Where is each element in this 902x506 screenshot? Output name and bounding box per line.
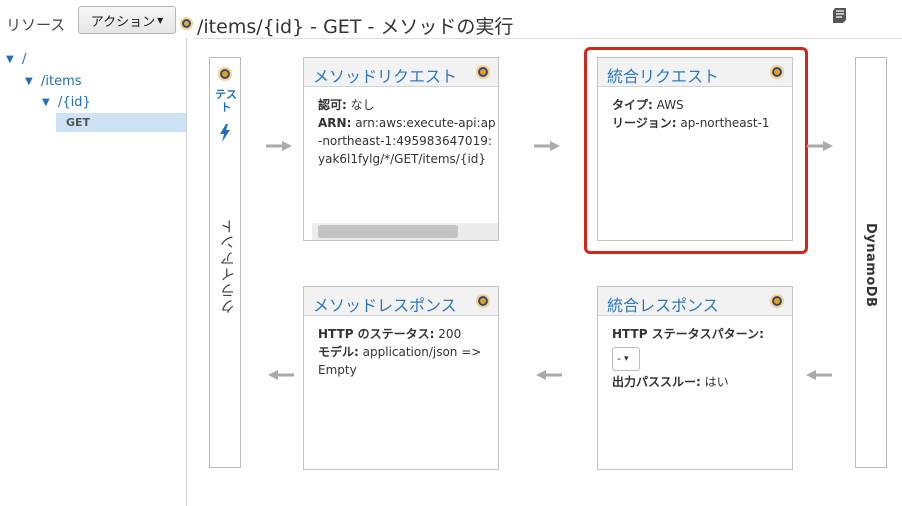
tree-node-label[interactable]: /{id}	[58, 95, 91, 110]
tree-node-label[interactable]: /items	[41, 74, 82, 89]
auth-label: 認可:	[318, 98, 347, 112]
test-link[interactable]: テスト	[212, 88, 240, 114]
status-dot-icon	[180, 17, 193, 30]
status-dot-icon	[770, 294, 784, 308]
model-label: モデル:	[318, 345, 359, 359]
pattern-label: HTTP ステータスパターン:	[612, 327, 764, 341]
client-label: クライアント	[219, 218, 237, 314]
triangle-down-icon[interactable]: ▼	[6, 54, 22, 65]
tree-node-items[interactable]: ▼ /items	[25, 72, 82, 90]
arrow-right-icon	[807, 141, 833, 151]
client-column: テスト クライアント	[209, 57, 241, 468]
lightning-icon[interactable]	[219, 124, 231, 142]
tree-node-id[interactable]: ▼ /{id}	[42, 93, 91, 111]
resources-title: リソース	[6, 16, 66, 34]
passthrough-label: 出力パススルー:	[612, 375, 701, 389]
panel-header: メソッドレスポンス	[304, 287, 498, 316]
header-divider	[194, 38, 902, 39]
arrow-right-icon	[534, 141, 560, 151]
triangle-down-icon[interactable]: ▼	[25, 76, 41, 87]
integration-response-panel: 統合レスポンス HTTP ステータスパターン: - ▾ 出力パススルー: はい	[597, 286, 793, 470]
status-dot-icon	[476, 294, 490, 308]
integration-response-title[interactable]: 統合レスポンス	[607, 292, 719, 316]
panel-divider[interactable]	[186, 38, 187, 506]
scrollbar-thumb[interactable]	[318, 225, 458, 238]
status-dot-icon	[218, 67, 232, 81]
method-request-title[interactable]: メソッドリクエスト	[313, 63, 457, 87]
tree-method-get[interactable]: GET	[66, 116, 90, 129]
tree-node-label[interactable]: /	[22, 52, 26, 67]
horizontal-scrollbar[interactable]	[312, 223, 498, 240]
actions-button[interactable]: アクション ▼	[78, 6, 176, 34]
status-value: 200	[438, 327, 462, 341]
arrow-left-icon	[806, 370, 832, 380]
doc-icon[interactable]	[831, 7, 847, 24]
status-label: HTTP のステータス:	[318, 327, 435, 341]
page-title: /items/{id} - GET - メソッドの実行	[197, 16, 514, 38]
status-pattern-select[interactable]: - ▾	[612, 347, 640, 371]
backend-label: DynamoDB	[863, 223, 878, 308]
resource-panel-header: リソース アクション ▼	[0, 6, 186, 36]
panel-body: HTTP ステータスパターン: - ▾ 出力パススルー: はい	[612, 325, 786, 391]
highlight-box	[584, 47, 808, 254]
select-value: -	[617, 352, 621, 365]
auth-value: なし	[350, 98, 375, 112]
arrow-left-icon	[268, 370, 294, 380]
status-dot-icon	[476, 65, 490, 79]
arn-label: ARN:	[318, 116, 352, 130]
method-response-title[interactable]: メソッドレスポンス	[313, 292, 457, 316]
method-response-panel: メソッドレスポンス HTTP のステータス: 200 モデル: applicat…	[303, 286, 499, 470]
triangle-down-icon[interactable]: ▼	[42, 97, 58, 108]
backend-column: DynamoDB	[855, 57, 887, 468]
panel-header: メソッドリクエスト	[304, 58, 498, 87]
passthrough-value: はい	[704, 375, 729, 389]
chevron-down-icon: ▼	[157, 15, 164, 25]
method-request-panel: メソッドリクエスト 認可: なし ARN: arn:aws:execute-ap…	[303, 57, 499, 241]
panel-body: 認可: なし ARN: arn:aws:execute-api:ap-north…	[318, 96, 498, 168]
tree-node-root[interactable]: ▼ /	[6, 50, 26, 68]
chevron-down-icon: ▾	[623, 354, 629, 364]
panel-body: HTTP のステータス: 200 モデル: application/json =…	[318, 325, 492, 379]
arrow-left-icon	[536, 370, 562, 380]
arrow-right-icon	[266, 141, 292, 151]
actions-button-label: アクション	[90, 14, 156, 30]
panel-header: 統合レスポンス	[598, 287, 792, 316]
